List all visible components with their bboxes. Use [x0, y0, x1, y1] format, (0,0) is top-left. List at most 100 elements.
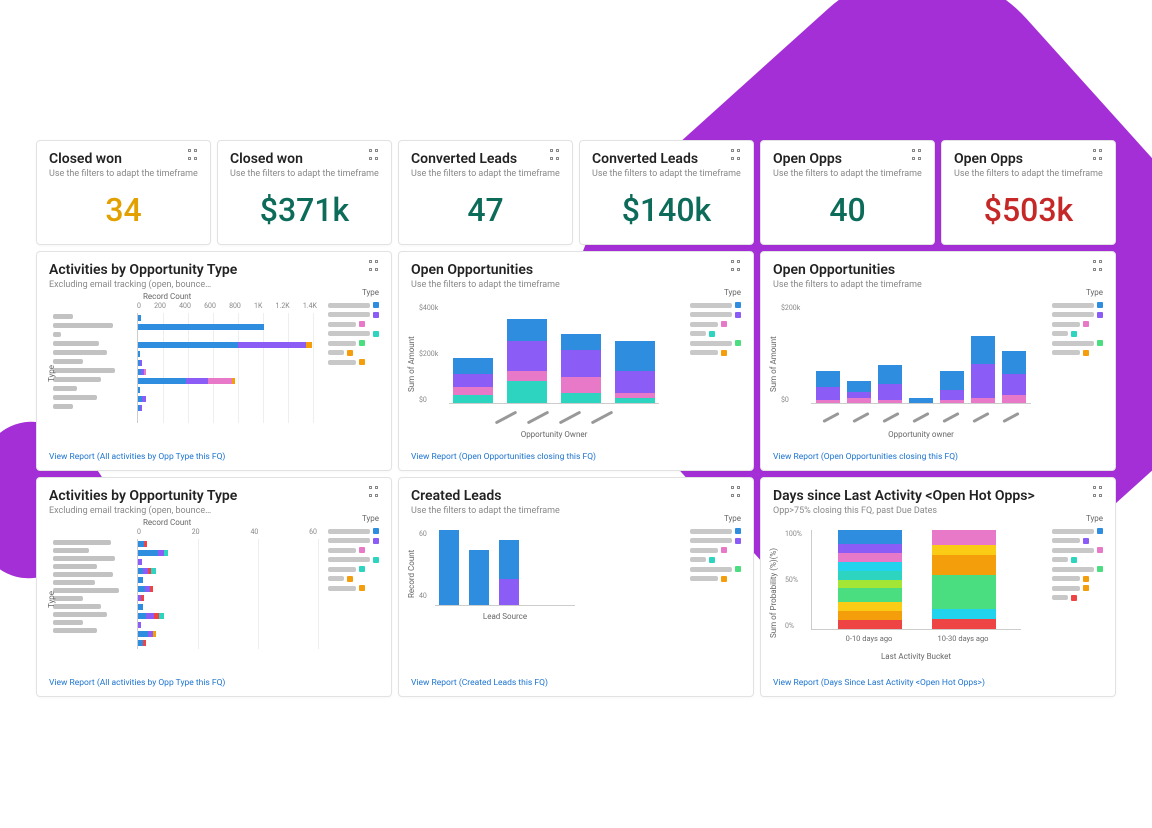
- view-report-link[interactable]: View Report (Open Opportunities closing …: [773, 452, 958, 462]
- chart-plot: 020 4060: [137, 528, 317, 649]
- kpi-title: Open Opps: [954, 151, 1103, 167]
- chart-open-opportunities-1: Open Opportunities Use the filters to ad…: [398, 251, 754, 471]
- kpi-subtitle: Use the filters to adapt the timeframe: [230, 169, 379, 179]
- x-axis-label: Last Activity Bucket: [811, 652, 1021, 661]
- view-report-link[interactable]: View Report (All activities by Opp Type …: [49, 678, 225, 688]
- kpi-value: $503k: [954, 191, 1103, 229]
- expand-icon[interactable]: [1093, 260, 1105, 272]
- dashboard-grid: Closed won Use the filters to adapt the …: [36, 140, 1116, 697]
- legend-title: Type: [362, 288, 379, 297]
- chart-subtitle: Excluding email tracking (open, bounce…: [49, 280, 379, 290]
- y-axis-ticks: $400k$200k$0: [419, 304, 438, 404]
- expand-icon[interactable]: [912, 149, 924, 161]
- y-axis-ticks: 100%50%0%: [785, 530, 802, 630]
- x-axis-ticks: 0200 400600 8001K 1.2K1.4K: [137, 302, 317, 310]
- chart-plot: [811, 304, 1031, 404]
- chart-open-opportunities-2: Open Opportunities Use the filters to ad…: [760, 251, 1116, 471]
- legend-title: Type: [1086, 514, 1103, 523]
- chart-plot: [449, 304, 659, 404]
- y-axis-label: Sum of Amount: [407, 336, 416, 392]
- y-axis-label: Sum of Probability (%)(%): [769, 548, 778, 638]
- kpi-card-open-opps-count: Open Opps Use the filters to adapt the t…: [760, 140, 935, 245]
- chart-legend: [690, 302, 741, 356]
- kpi-subtitle: Use the filters to adapt the timeframe: [592, 169, 741, 179]
- kpi-card-converted-leads-count: Converted Leads Use the filters to adapt…: [398, 140, 573, 245]
- kpi-title: Converted Leads: [411, 151, 560, 167]
- kpi-subtitle: Use the filters to adapt the timeframe: [411, 169, 560, 179]
- chart-title: Days since Last Activity <Open Hot Opps>: [773, 488, 1103, 504]
- kpi-value: 34: [49, 191, 198, 229]
- chart-title: Created Leads: [411, 488, 741, 504]
- chart-subtitle: Use the filters to adapt the timeframe: [411, 506, 741, 516]
- y-axis-label: Sum of Amount: [769, 336, 778, 392]
- kpi-value: $371k: [230, 191, 379, 229]
- kpi-title: Converted Leads: [592, 151, 741, 167]
- expand-icon[interactable]: [369, 486, 381, 498]
- chart-title: Open Opportunities: [411, 262, 741, 278]
- y-axis-categories: [53, 314, 115, 409]
- view-report-link[interactable]: View Report (Open Opportunities closing …: [411, 452, 596, 462]
- x-axis-label: Opportunity Owner: [449, 430, 659, 439]
- expand-icon[interactable]: [369, 149, 381, 161]
- legend-title: Type: [1086, 288, 1103, 297]
- y-axis-label: Type: [47, 591, 56, 608]
- view-report-link[interactable]: View Report (Days Since Last Activity <O…: [773, 678, 985, 688]
- y-axis-label: Record Count: [407, 550, 416, 598]
- kpi-card-open-opps-amount: Open Opps Use the filters to adapt the t…: [941, 140, 1116, 245]
- axis-title: Record Count: [143, 292, 191, 301]
- chart-legend: [1052, 302, 1103, 356]
- chart-activities-by-opp-type: Activities by Opportunity Type Excluding…: [36, 251, 392, 471]
- chart-plot: 0200 400600 8001K 1.2K1.4K: [137, 302, 317, 423]
- chart-title: Activities by Opportunity Type: [49, 488, 379, 504]
- chart-legend: [1052, 528, 1103, 601]
- kpi-subtitle: Use the filters to adapt the timeframe: [49, 169, 198, 179]
- legend-title: Type: [724, 514, 741, 523]
- kpi-subtitle: Use the filters to adapt the timeframe: [954, 169, 1103, 179]
- expand-icon[interactable]: [1093, 149, 1105, 161]
- kpi-card-converted-leads-amount: Converted Leads Use the filters to adapt…: [579, 140, 754, 245]
- view-report-link[interactable]: View Report (Created Leads this FQ): [411, 678, 548, 688]
- y-axis-label: Type: [47, 365, 56, 382]
- expand-icon[interactable]: [731, 486, 743, 498]
- x-axis-ticks: 020 4060: [137, 528, 317, 536]
- chart-subtitle: Use the filters to adapt the timeframe: [773, 280, 1103, 290]
- x-axis-label: Lead Source: [435, 612, 575, 621]
- chart-plot: [435, 526, 575, 606]
- chart-title: Open Opportunities: [773, 262, 1103, 278]
- kpi-value: 47: [411, 191, 560, 229]
- kpi-subtitle: Use the filters to adapt the timeframe: [773, 169, 922, 179]
- kpi-card-closed-won-amount: Closed won Use the filters to adapt the …: [217, 140, 392, 245]
- x-axis-categories: [449, 416, 659, 419]
- chart-activities-by-opp-type-small: Activities by Opportunity Type Excluding…: [36, 477, 392, 697]
- chart-created-leads: Created Leads Use the filters to adapt t…: [398, 477, 754, 697]
- expand-icon[interactable]: [731, 260, 743, 272]
- kpi-card-closed-won-count: Closed won Use the filters to adapt the …: [36, 140, 211, 245]
- kpi-title: Open Opps: [773, 151, 922, 167]
- expand-icon[interactable]: [1093, 486, 1105, 498]
- y-axis-categories: [53, 540, 119, 633]
- chart-plot: [811, 530, 1021, 630]
- chart-subtitle: Opp>75% closing this FQ, past Due Dates: [773, 506, 1103, 516]
- chart-subtitle: Use the filters to adapt the timeframe: [411, 280, 741, 290]
- legend-title: Type: [362, 514, 379, 523]
- chart-legend: [328, 528, 379, 591]
- kpi-value: 40: [773, 191, 922, 229]
- x-axis-categories: 0-10 days ago 10-30 days ago: [811, 634, 1021, 643]
- x-axis-categories: [811, 416, 1031, 419]
- x-axis-label: Opportunity owner: [811, 430, 1031, 439]
- expand-icon[interactable]: [550, 149, 562, 161]
- kpi-value: $140k: [592, 191, 741, 229]
- expand-icon[interactable]: [188, 149, 200, 161]
- chart-legend: [690, 528, 741, 582]
- legend-title: Type: [724, 288, 741, 297]
- expand-icon[interactable]: [369, 260, 381, 272]
- y-axis-ticks: 6040: [419, 530, 427, 600]
- kpi-title: Closed won: [49, 151, 198, 167]
- chart-subtitle: Excluding email tracking (open, bounce…: [49, 506, 379, 516]
- view-report-link[interactable]: View Report (All activities by Opp Type …: [49, 452, 225, 462]
- y-axis-ticks: $200k$0: [781, 304, 800, 404]
- expand-icon[interactable]: [731, 149, 743, 161]
- kpi-title: Closed won: [230, 151, 379, 167]
- chart-title: Activities by Opportunity Type: [49, 262, 379, 278]
- chart-days-since-last-activity: Days since Last Activity <Open Hot Opps>…: [760, 477, 1116, 697]
